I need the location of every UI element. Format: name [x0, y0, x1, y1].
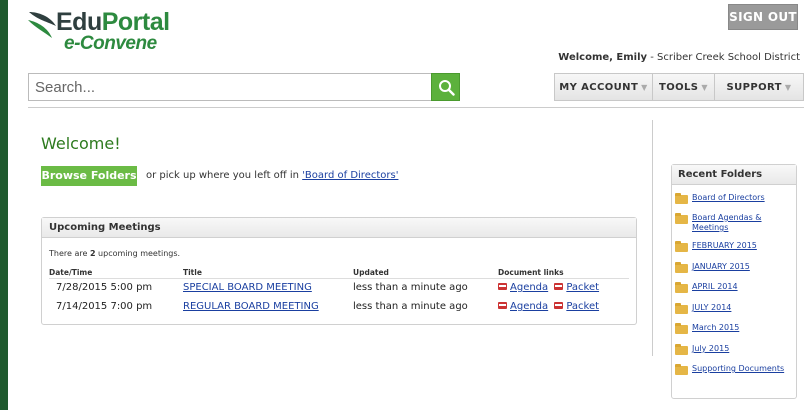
browse-folders-button[interactable]: Browse Folders [41, 166, 137, 186]
folder-link[interactable]: JANUARY 2015 [692, 262, 792, 272]
resume-folder-link[interactable]: 'Board of Directors' [302, 170, 398, 181]
recent-folder-item[interactable]: Board Agendas & Meetings [675, 213, 792, 233]
folder-link[interactable]: FEBRUARY 2015 [692, 241, 792, 251]
top-nav: MY ACCOUNT ▼ TOOLS ▼ SUPPORT ▼ [554, 73, 804, 101]
folder-icon [675, 344, 688, 355]
sign-out-button[interactable]: SIGN OUT [728, 4, 798, 30]
pdf-icon [554, 283, 564, 290]
meeting-count: There are 2 upcoming meetings. [49, 249, 181, 258]
panel-title: Upcoming Meetings [42, 218, 636, 238]
search-button[interactable] [431, 73, 460, 101]
meeting-updated: less than a minute ago [353, 282, 468, 293]
eduportal-logo[interactable]: EduPortal e-Convene [26, 6, 186, 58]
folder-link[interactable]: Supporting Documents [692, 364, 792, 374]
folder-icon [675, 262, 688, 273]
welcome-user-text: Welcome, Emily - Scriber Creek School Di… [558, 52, 800, 63]
nav-support[interactable]: SUPPORT ▼ [715, 74, 803, 100]
folder-icon [675, 323, 688, 334]
recent-folders-panel: Recent Folders Board of Directors Board … [671, 164, 797, 399]
column-header-datetime: Date/Time [49, 268, 93, 277]
meeting-title-link[interactable]: SPECIAL BOARD MEETING [183, 282, 312, 293]
nav-label: SUPPORT [726, 81, 782, 93]
recent-folder-item[interactable]: March 2015 [675, 323, 792, 334]
chevron-down-icon: ▼ [701, 82, 708, 92]
search-input[interactable] [28, 73, 432, 101]
recent-folder-item[interactable]: Board of Directors [675, 193, 792, 204]
column-divider [652, 120, 653, 356]
divider [49, 278, 629, 279]
column-header-title: Title [183, 268, 202, 277]
pdf-icon [498, 302, 507, 309]
page-title: Welcome! [41, 134, 121, 153]
folder-link[interactable]: JULY 2014 [692, 303, 792, 313]
upcoming-meetings-panel: Upcoming Meetings There are 2 upcoming m… [41, 217, 637, 325]
logo-subtitle: e-Convene [64, 33, 157, 54]
folder-link[interactable]: July 2015 [692, 344, 792, 354]
packet-link[interactable]: Packet [566, 301, 599, 312]
page: EduPortal e-Convene SIGN OUT Welcome, Em… [8, 0, 806, 410]
recent-folder-item[interactable]: Supporting Documents [675, 364, 792, 375]
recent-folder-item[interactable]: APRIL 2014 [675, 282, 792, 293]
document-links: Agenda Packet [498, 301, 599, 312]
divider [28, 107, 804, 108]
recent-folder-item[interactable]: JANUARY 2015 [675, 262, 792, 273]
agenda-link[interactable]: Agenda [510, 282, 548, 293]
folder-link[interactable]: Board of Directors [692, 193, 792, 203]
column-header-documents: Document links [498, 268, 564, 277]
nav-label: MY ACCOUNT [559, 81, 639, 93]
resume-text: or pick up where you left off in 'Board … [146, 170, 399, 181]
folder-link[interactable]: APRIL 2014 [692, 282, 792, 292]
meeting-title-link[interactable]: REGULAR BOARD MEETING [183, 301, 319, 312]
panel-title: Recent Folders [672, 165, 796, 185]
nav-label: TOOLS [659, 81, 699, 93]
pdf-icon [554, 302, 564, 309]
chevron-down-icon: ▼ [641, 82, 648, 92]
nav-tools[interactable]: TOOLS ▼ [653, 74, 715, 100]
folder-icon [675, 241, 688, 252]
folder-icon [675, 213, 688, 224]
folder-link[interactable]: Board Agendas & Meetings [692, 213, 792, 233]
agenda-link[interactable]: Agenda [510, 301, 548, 312]
folder-icon [675, 364, 688, 375]
column-header-updated: Updated [353, 268, 389, 277]
folder-link[interactable]: March 2015 [692, 323, 792, 333]
meeting-updated: less than a minute ago [353, 301, 468, 312]
folder-icon [675, 193, 688, 204]
packet-link[interactable]: Packet [566, 282, 599, 293]
folder-icon [675, 303, 688, 314]
recent-folder-item[interactable]: JULY 2014 [675, 303, 792, 314]
pdf-icon [498, 283, 507, 290]
recent-folder-item[interactable]: FEBRUARY 2015 [675, 241, 792, 252]
document-links: Agenda Packet [498, 282, 599, 293]
meeting-datetime: 7/14/2015 7:00 pm [56, 301, 153, 312]
search-icon [439, 80, 455, 96]
recent-folder-item[interactable]: July 2015 [675, 344, 792, 355]
folder-icon [675, 282, 688, 293]
search-bar [28, 73, 464, 101]
nav-my-account[interactable]: MY ACCOUNT ▼ [555, 74, 653, 100]
chevron-down-icon: ▼ [784, 82, 792, 92]
meeting-datetime: 7/28/2015 5:00 pm [56, 282, 153, 293]
